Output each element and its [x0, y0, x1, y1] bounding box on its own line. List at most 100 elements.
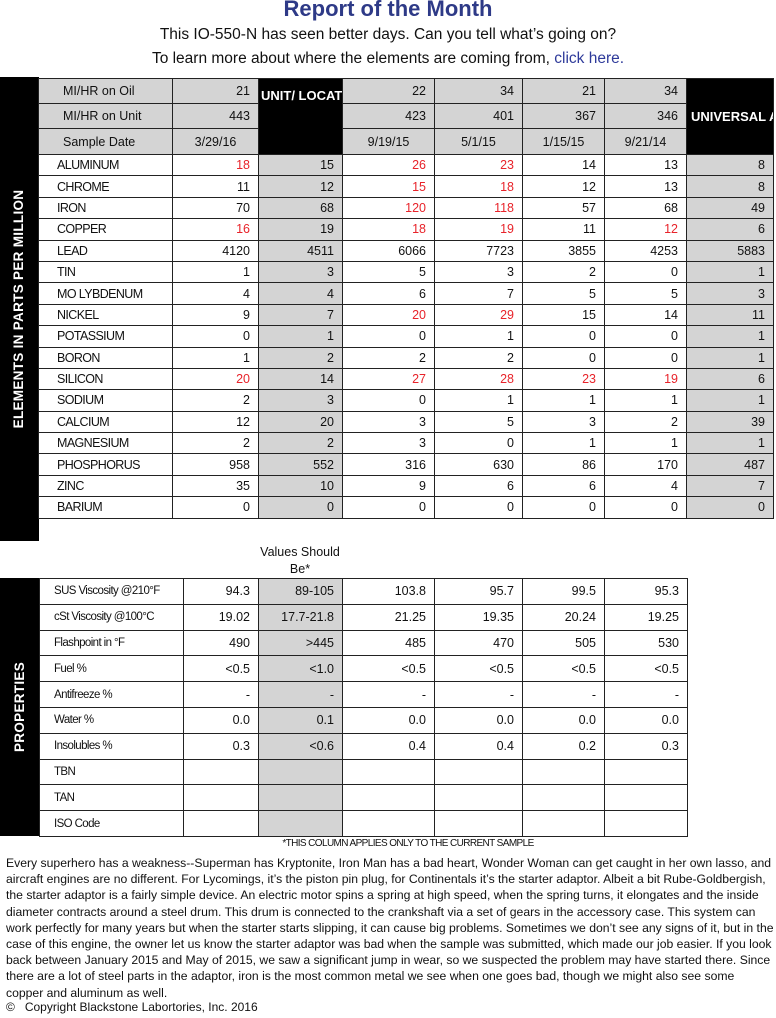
should-be-value — [258, 810, 343, 837]
property-row: Antifreeze % - - - - - - — [39, 681, 688, 708]
sample-4-value: - — [522, 681, 605, 708]
universal-average-value: 6 — [686, 367, 774, 391]
element-row: IRON 70 68 120 118 57 68 49 — [38, 196, 774, 220]
universal-averages-label: UNIVERSAL AVERAGES — [691, 109, 773, 124]
sample-3-value: 0.0 — [434, 706, 523, 734]
sample-1-value: 18 — [172, 153, 259, 177]
universal-average-value: 8 — [686, 153, 774, 177]
sample-4-value: 3855 — [522, 239, 605, 262]
should-be-value: 0.1 — [258, 706, 343, 734]
sample-4-value: 15 — [522, 303, 605, 327]
sample-5-value: 19 — [604, 367, 687, 391]
element-name: IRON — [38, 196, 173, 220]
sample-4-value: 2 — [522, 260, 605, 284]
sample-1-value: 35 — [172, 474, 259, 498]
copyright-line: © Copyright Blackstone Labortories, Inc. … — [6, 1000, 258, 1014]
element-row: ZINC 35 10 9 6 6 4 7 — [38, 474, 774, 498]
sample-1-value: 490 — [183, 629, 259, 657]
sample-date-row: Sample Date 3/29/16 9/19/15 5/1/15 1/15/… — [38, 128, 774, 155]
sample-3-value: 7723 — [434, 239, 523, 262]
sample-2-value — [342, 810, 435, 837]
element-row: ALUMINUM 18 15 26 23 14 13 8 — [38, 153, 774, 177]
mi-hr-unit-row: MI/HR on Unit 443 423 401 367 346 — [38, 103, 774, 129]
sample-5-mi-hr-oil: 34 — [604, 78, 687, 104]
sample-3-value: 95.7 — [434, 578, 523, 605]
sample-1-value: <0.5 — [183, 655, 259, 683]
sample-5-value: 5 — [604, 282, 687, 305]
universal-average-value: 39 — [686, 410, 774, 434]
unit-average-value: 15 — [258, 153, 343, 177]
sample-1-value: 9 — [172, 303, 259, 327]
mi-hr-oil-row: MI/HR on Oil 21 UNIT/ LOCATION AVERAGES … — [38, 78, 774, 155]
sample-1-value: 94.3 — [183, 578, 259, 605]
sample-5-value: 14 — [604, 303, 687, 327]
unit-average-value: 12 — [258, 175, 343, 198]
sample-3-value: 23 — [434, 153, 523, 177]
sample-1-value: 0.0 — [183, 706, 259, 734]
sample-4-date: 1/15/15 — [522, 128, 605, 155]
element-name: CALCIUM — [38, 410, 173, 434]
sample-2-value: 316 — [342, 453, 435, 476]
sample-3-value — [434, 810, 523, 837]
learn-more-line: To learn more about where the elements a… — [0, 50, 776, 68]
should-be-value: 17.7-21.8 — [258, 603, 343, 631]
should-be-value — [258, 758, 343, 786]
universal-average-value: 6 — [686, 218, 774, 241]
element-row: TIN 1 3 5 3 2 0 1 — [38, 260, 774, 284]
sample-1-value: - — [183, 681, 259, 708]
sample-1-value: 2 — [172, 389, 259, 412]
unit-average-value: 3 — [258, 389, 343, 412]
sample-3-value: 3 — [434, 260, 523, 284]
sample-3-value: 630 — [434, 453, 523, 476]
universal-average-value: 487 — [686, 453, 774, 476]
sample-3-mi-hr-unit: 401 — [434, 103, 523, 129]
sample-5-value: <0.5 — [604, 655, 688, 683]
sample-2-value: 0.4 — [342, 732, 435, 760]
element-name: BORON — [38, 346, 173, 369]
sample-4-value: 505 — [522, 629, 605, 657]
sample-3-value: 19.35 — [434, 603, 523, 631]
sample-4-value: 0 — [522, 496, 605, 519]
unit-average-value: 20 — [258, 410, 343, 434]
sample-5-mi-hr-unit: 346 — [604, 103, 687, 129]
element-name: ALUMINUM — [38, 153, 173, 177]
sample-1-value: 0.3 — [183, 732, 259, 760]
unit-average-value: 1 — [258, 325, 343, 348]
sample-5-value: 68 — [604, 196, 687, 220]
universal-average-value: 49 — [686, 196, 774, 220]
universal-average-value: 5883 — [686, 239, 774, 262]
click-here-link[interactable]: click here. — [554, 50, 624, 67]
element-name: SODIUM — [38, 389, 173, 412]
sample-1-value: 70 — [172, 196, 259, 220]
element-name: SILICON — [38, 367, 173, 391]
sample-1-value: 0 — [172, 496, 259, 519]
sample-5-value: 0 — [604, 260, 687, 284]
sample-5-value — [604, 810, 688, 837]
property-row: ISO Code — [39, 810, 688, 837]
property-row: cSt Viscosity @100°C 19.02 17.7-21.8 21.25 1… — [39, 603, 688, 631]
unit-average-value: 19 — [258, 218, 343, 241]
sample-3-value: 0.4 — [434, 732, 523, 760]
element-row: CALCIUM 12 20 3 5 3 2 39 — [38, 410, 774, 434]
copyright-text: Copyright Blackstone Labortories, Inc. 2… — [24, 1000, 258, 1014]
unit-average-value: 68 — [258, 196, 343, 220]
element-row: SODIUM 2 3 0 1 1 1 1 — [38, 389, 774, 412]
sample-4-mi-hr-unit: 367 — [522, 103, 605, 129]
sample-1-value: 19.02 — [183, 603, 259, 631]
property-row: Fuel % <0.5 <1.0 <0.5 <0.5 <0.5 <0.5 — [39, 655, 688, 683]
sample-4-value: 0 — [522, 325, 605, 348]
sample-4-value: 0 — [522, 346, 605, 369]
element-name: TIN — [38, 260, 173, 284]
sample-2-mi-hr-oil: 22 — [342, 78, 435, 104]
sample-5-value: 4 — [604, 474, 687, 498]
should-be-value — [258, 784, 343, 812]
property-name: TAN — [39, 784, 184, 812]
sample-1-mi-hr-unit: 443 — [172, 103, 259, 129]
sample-5-value — [604, 784, 688, 812]
sample-1-value: 11 — [172, 175, 259, 198]
sample-4-value: 6 — [522, 474, 605, 498]
property-row: Water % 0.0 0.1 0.0 0.0 0.0 0.0 — [39, 706, 688, 734]
unit-location-averages-label: UNIT/ LOCATION AVERAGES — [261, 88, 343, 103]
universal-average-value: 1 — [686, 260, 774, 284]
sample-3-value: 118 — [434, 196, 523, 220]
